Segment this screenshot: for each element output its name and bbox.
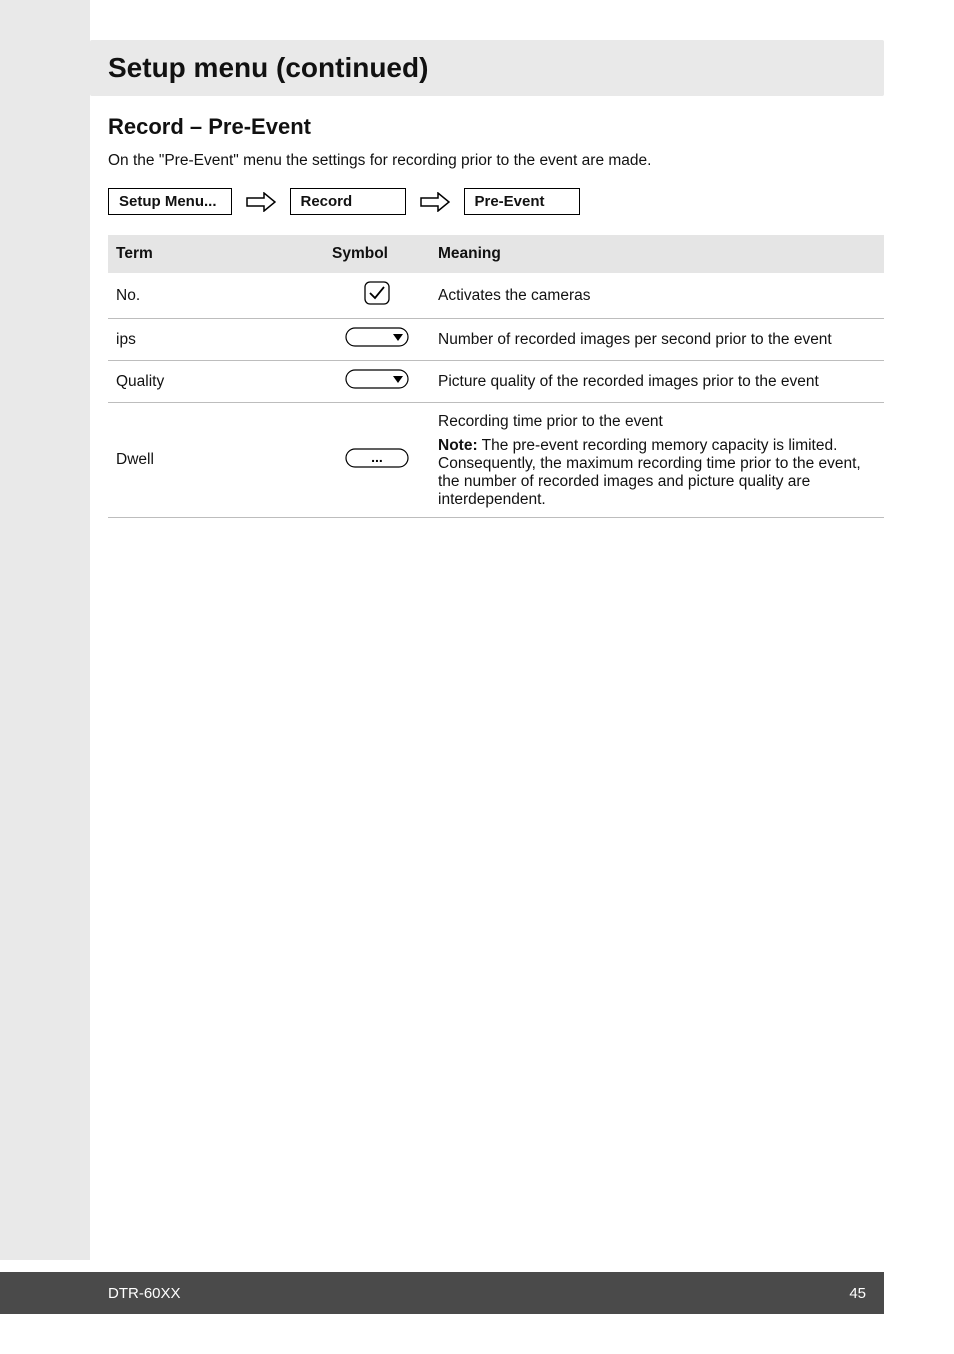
breadcrumb-item-setup-menu: Setup Menu...: [108, 188, 232, 215]
check-icon: [364, 281, 390, 310]
table-row: Dwell ... Recording time prior to the ev…: [108, 403, 884, 518]
term-cell: Dwell: [108, 403, 324, 518]
meaning-cell: Picture quality of the recorded images p…: [430, 361, 884, 403]
section-intro: On the "Pre-Event" menu the settings for…: [108, 152, 884, 170]
th-symbol: Symbol: [324, 235, 430, 273]
th-meaning: Meaning: [430, 235, 884, 273]
note-text: The pre-event recording memory capacity …: [438, 437, 861, 508]
section-heading: Record – Pre-Event: [108, 114, 884, 140]
ellipsis-icon: ...: [345, 448, 409, 473]
table-row: No. Activates the cameras: [108, 273, 884, 319]
page-title: Setup menu (continued): [108, 52, 428, 84]
table-row: ips Number of recorded images per second…: [108, 319, 884, 361]
symbol-cell: [324, 319, 430, 361]
footer-left-fill: [0, 1272, 90, 1314]
table-header-row: Term Symbol Meaning: [108, 235, 884, 273]
term-cell: No.: [108, 273, 324, 319]
footer-model: DTR-60XX: [108, 1285, 181, 1302]
footer-page-number: 45: [849, 1285, 866, 1302]
terms-table: Term Symbol Meaning No.: [108, 235, 884, 518]
term-cell: ips: [108, 319, 324, 361]
symbol-cell: [324, 361, 430, 403]
meaning-cell: Recording time prior to the event Note: …: [430, 403, 884, 518]
breadcrumb: Setup Menu... Record Pre-Event: [108, 188, 884, 215]
dropdown-icon: [345, 369, 409, 394]
meaning-cell: Activates the cameras: [430, 273, 884, 319]
symbol-cell: [324, 273, 430, 319]
breadcrumb-item-record: Record: [290, 188, 406, 215]
title-bar: Setup menu (continued): [90, 40, 884, 96]
term-cell: Quality: [108, 361, 324, 403]
th-term: Term: [108, 235, 324, 273]
breadcrumb-arrow-icon: [420, 192, 450, 212]
breadcrumb-item-pre-event: Pre-Event: [464, 188, 580, 215]
meaning-note: Note: The pre-event recording memory cap…: [438, 437, 876, 509]
footer-bar: DTR-60XX 45: [90, 1272, 884, 1314]
dropdown-icon: [345, 327, 409, 352]
meaning-line: Recording time prior to the event: [438, 413, 876, 431]
table-row: Quality Picture quality of the recorded …: [108, 361, 884, 403]
left-gray-band: [0, 0, 90, 1260]
svg-text:...: ...: [371, 449, 383, 465]
note-label: Note:: [438, 437, 478, 454]
breadcrumb-arrow-icon: [246, 192, 276, 212]
meaning-cell: Number of recorded images per second pri…: [430, 319, 884, 361]
symbol-cell: ...: [324, 403, 430, 518]
